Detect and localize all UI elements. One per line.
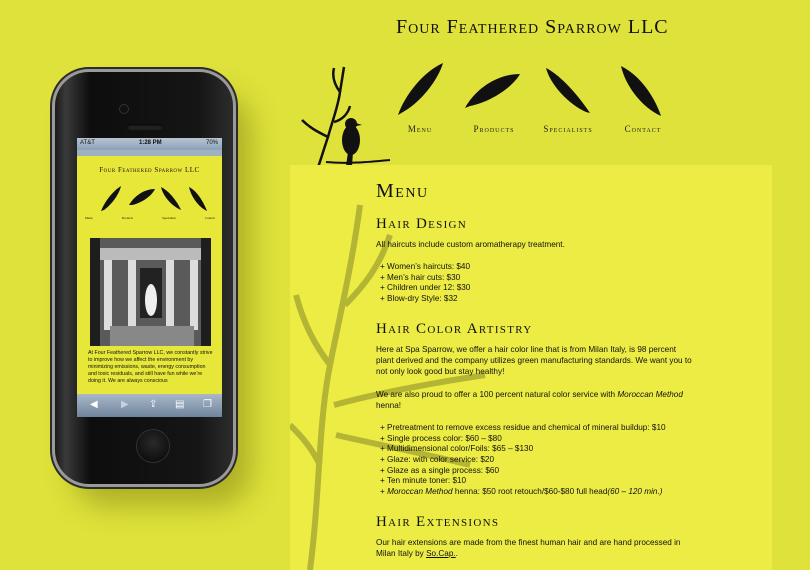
list-item: + Single process color: $60 – $80 — [380, 433, 502, 443]
feather-icon — [398, 63, 443, 115]
site-title: Four Feathered Sparrow LLC — [396, 16, 669, 38]
nav-specialists[interactable]: Specialists — [538, 124, 598, 134]
forward-arrow-icon[interactable]: ▶ — [121, 399, 129, 410]
henna-emphasis: Moroccan Method — [617, 389, 683, 399]
nav-menu[interactable]: Menu — [402, 124, 438, 134]
list-item: + Men’s hair cuts: $30 — [380, 272, 461, 282]
list-item: + Pretreatment to remove excess residue … — [380, 422, 666, 432]
list-item: + Ten minute toner: $10 — [380, 476, 467, 486]
list-item: + Blow-dry Style: $32 — [380, 294, 458, 304]
feather-icon — [465, 74, 520, 108]
mini-nav-specialists[interactable]: Specialists — [162, 216, 176, 220]
list-item: + Children under 12: $30 — [380, 283, 471, 293]
share-icon[interactable]: ⇪ — [149, 399, 157, 410]
mini-site-title: Four Feathered Sparrow LLC — [99, 166, 200, 174]
phone-screen: AT&T 1:28 PM 70% Four Feathered Sparrow … — [77, 138, 222, 417]
page-heading: Menu — [376, 180, 429, 202]
section-title-hair-extensions: Hair Extensions — [376, 513, 500, 530]
building-photo — [90, 238, 211, 346]
tabs-icon[interactable]: ❐ — [203, 399, 212, 410]
feather-icon — [621, 66, 661, 116]
hair-design-intro: All haircuts include custom aromatherapy… — [376, 240, 565, 249]
back-arrow-icon[interactable]: ◀ — [90, 399, 98, 410]
mini-nav-contact[interactable]: Contact — [205, 216, 215, 220]
bookmarks-icon[interactable]: ▤ — [175, 399, 184, 410]
list-item: + Glaze: with color service: $20 — [380, 454, 494, 464]
item-emphasis: Moroccan Method — [387, 487, 453, 497]
item-duration: (60 – 120 min.) — [607, 487, 663, 497]
phone-status-bar: AT&T 1:28 PM 70% — [77, 138, 222, 150]
item-prefix: + — [380, 487, 388, 497]
mini-nav-menu[interactable]: Menu — [85, 216, 92, 220]
nav-contact[interactable]: Contact — [618, 124, 668, 134]
earpiece — [127, 124, 163, 130]
mini-nav: Menu Products Specialists Contact — [85, 216, 215, 220]
hair-extensions-paragraph: Our hair extensions are made from the fi… — [376, 537, 696, 559]
content-area: Menu Hair Design All haircuts include cu… — [376, 180, 696, 559]
feather-icon — [101, 186, 207, 211]
carrier-label: AT&T — [80, 140, 95, 146]
list-item: + Multidimensional color/Foils: $65 – $1… — [380, 444, 534, 454]
henna-text-end: henna! — [376, 400, 402, 410]
clock-label: 1:28 PM — [139, 140, 162, 146]
item-text: henna: $50 root retouch/$60-$80 full hea… — [452, 487, 608, 497]
front-camera — [119, 104, 129, 114]
mini-nav-products[interactable]: Products — [122, 216, 133, 220]
nav-products[interactable]: Products — [466, 124, 522, 134]
safari-toolbar: ◀ ▶ ⇪ ▤ ❐ — [77, 394, 222, 417]
extensions-text-end: . — [455, 548, 458, 558]
home-button-icon[interactable] — [137, 430, 169, 462]
bird-icon — [342, 118, 362, 166]
hair-color-paragraph: Here at Spa Sparrow, we offer a hair col… — [376, 344, 692, 376]
extensions-text: Our hair extensions are made from the fi… — [376, 537, 681, 558]
section-title-hair-design: Hair Design — [376, 216, 468, 232]
list-item: + Moroccan Method henna: $50 root retouc… — [380, 487, 696, 498]
section-title-hair-color: Hair Color Artistry — [376, 320, 533, 337]
list-item: + Women’s haircuts: $40 — [380, 262, 471, 271]
feather-icon — [546, 68, 590, 113]
socap-link[interactable]: So.Cap. — [426, 549, 456, 558]
url-bar[interactable] — [77, 150, 222, 156]
battery-label: 70% — [205, 140, 218, 146]
henna-paragraph: We are also proud to offer a 100 percent… — [376, 389, 696, 411]
henna-text: We are also proud to offer a 100 percent… — [376, 389, 618, 399]
list-item: + Glaze as a single process: $60 — [380, 465, 500, 475]
mini-intro-text: At Four Feathered Sparrow LLC, we consta… — [88, 350, 213, 384]
